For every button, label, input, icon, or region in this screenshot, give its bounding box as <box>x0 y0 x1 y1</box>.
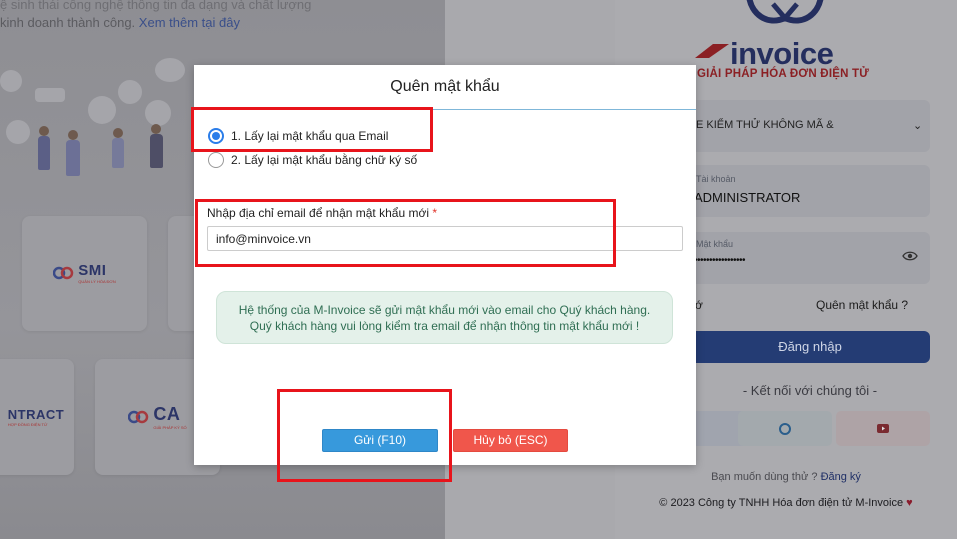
forgot-password-link[interactable]: Quên mật khẩu ? <box>816 298 908 312</box>
social-youtube-button[interactable] <box>836 411 930 446</box>
intro-line-2: kinh doanh thành công. <box>0 15 136 30</box>
forgot-password-dialog: Quên mật khẩu 1. Lấy lại mật khẩu qua Em… <box>194 65 696 465</box>
info-message: Hệ thống của M-Invoice sẽ gửi mật khẩu m… <box>216 291 673 344</box>
email-input[interactable] <box>207 226 683 251</box>
password-value: ••••••••••••••••• <box>694 255 746 266</box>
option-email-label: 1. Lấy lại mật khẩu qua Email <box>231 129 389 143</box>
intro-text: ệ sinh thái công nghệ thông tin đa dạng … <box>0 0 330 32</box>
account-field[interactable]: Tài khoản ADMINISTRATOR <box>690 165 930 217</box>
intro-line-1: ệ sinh thái công nghệ thông tin đa dạng … <box>0 0 312 12</box>
option-email[interactable]: 1. Lấy lại mật khẩu qua Email <box>208 127 388 145</box>
required-mark: * <box>432 206 438 220</box>
brand-name: invoice <box>730 36 834 71</box>
chevron-down-icon[interactable]: ⌄ <box>913 119 922 132</box>
contract-logo-text: NTRACT <box>7 407 65 422</box>
option-signature-label: 2. Lấy lại mật khẩu bằng chữ ký số <box>231 153 418 167</box>
brand-emblem-icon <box>746 0 824 24</box>
email-label: Nhập địa chỉ email để nhận mật khẩu mới … <box>207 206 437 220</box>
zalo-icon <box>779 422 791 435</box>
ca-logo-sub: GIẢI PHÁP KÝ SỐ <box>153 425 187 430</box>
send-button[interactable]: Gửi (F10) <box>322 429 438 452</box>
illustration-people <box>0 58 195 188</box>
brand-tagline: GIẢI PHÁP HÓA ĐƠN ĐIỆN TỬ <box>697 68 869 80</box>
radio-digital-signature[interactable] <box>208 152 224 168</box>
copyright-text: © 2023 Công ty TNHH Hóa đơn điện tử M-In… <box>659 497 904 509</box>
account-label: Tài khoản <box>696 174 736 184</box>
heart-icon: ♥ <box>906 497 913 509</box>
trial-question: Bạn muốn dùng thử ? <box>711 471 818 483</box>
brand-logo: invoice GIẢI PHÁP HÓA ĐƠN ĐIỆN TỬ <box>695 0 875 82</box>
cancel-button[interactable]: Hủy bỏ (ESC) <box>453 429 568 452</box>
password-label: Mật khẩu <box>696 239 734 249</box>
info-line-1: Hệ thống của M-Invoice sẽ gửi mật khẩu m… <box>238 303 651 317</box>
dialog-divider <box>194 109 696 110</box>
eye-icon[interactable] <box>902 250 918 262</box>
trial-text: Bạn muốn dùng thử ? Đăng ký <box>615 471 957 483</box>
login-button[interactable]: Đăng nhập <box>690 331 930 363</box>
partner-card-contract[interactable]: NTRACT HỢP ĐỒNG ĐIỆN TỬ <box>0 359 74 475</box>
register-link[interactable]: Đăng ký <box>821 471 861 483</box>
contract-logo-sub: HỢP ĐỒNG ĐIỆN TỬ <box>7 422 48 427</box>
password-field[interactable]: Mật khẩu ••••••••••••••••• <box>690 232 930 284</box>
smi-logo-icon <box>53 266 74 279</box>
smi-logo-text: SMI <box>78 261 107 279</box>
radio-email[interactable] <box>208 128 224 144</box>
read-more-link[interactable]: Xem thêm tại đây <box>139 15 240 30</box>
partner-card-smi[interactable]: SMI QUẢN LÝ HÓA ĐƠN <box>22 216 147 331</box>
option-digital-signature[interactable]: 2. Lấy lại mật khẩu bằng chữ ký số <box>208 151 417 169</box>
ca-logo-icon <box>128 410 149 424</box>
account-value: ADMINISTRATOR <box>694 190 801 205</box>
social-zalo-button[interactable] <box>738 411 832 446</box>
smi-logo-sub: QUẢN LÝ HÓA ĐƠN <box>78 278 116 284</box>
copyright: © 2023 Công ty TNHH Hóa đơn điện tử M-In… <box>615 497 957 509</box>
remember-partial[interactable]: ớ <box>695 298 703 312</box>
dialog-title: Quên mật khẩu <box>390 78 500 95</box>
connect-title: - Kết nối với chúng tôi - <box>742 383 878 398</box>
youtube-icon <box>877 424 889 433</box>
brand-swoosh-icon <box>695 44 729 58</box>
company-select-value: E KIỂM THỬ KHÔNG MÃ & <box>696 119 834 131</box>
info-line-2: Quý khách hàng vui lòng kiểm tra email đ… <box>249 319 640 333</box>
ca-logo-text: CA <box>153 404 181 424</box>
email-label-text: Nhập địa chỉ email để nhận mật khẩu mới <box>207 206 429 220</box>
